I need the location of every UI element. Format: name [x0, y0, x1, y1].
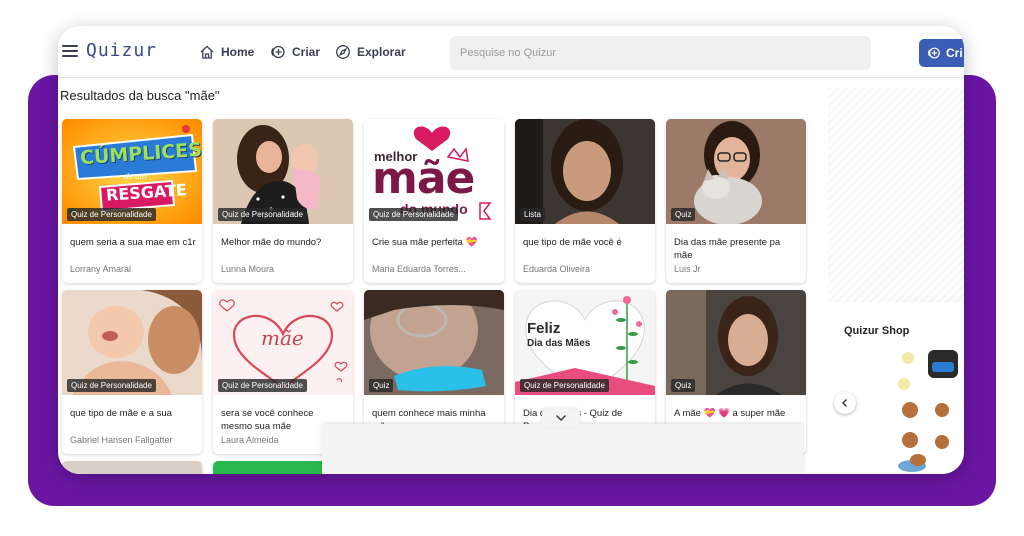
card-author: Laura Almeida [221, 435, 279, 445]
advertisement-box [828, 88, 964, 303]
dia-das-maes-text: Dia das Mães [527, 338, 591, 349]
category-badge: Quiz de Personalidade [218, 208, 307, 221]
card-thumbnail: mãe Quiz de Personalidade [213, 290, 353, 395]
card-thumbnail: Quiz [364, 290, 504, 395]
card-author: Eduarda Oliveira [523, 264, 591, 274]
card-title: A mãe 💝 💗 a super mãe [674, 408, 786, 419]
quiz-card[interactable] [62, 461, 202, 474]
create-button[interactable]: Cri [919, 39, 964, 67]
shop-prev-button[interactable] [834, 392, 856, 414]
results-title: Resultados da busca "mãe" [60, 88, 220, 103]
card-title: que tipo de mãe você é [523, 237, 622, 248]
card-thumbnail: Lista [515, 119, 655, 224]
card-title: que tipo de mãe e a sua [70, 408, 172, 419]
nav-criar[interactable]: Criar [270, 44, 320, 60]
search-input[interactable] [450, 36, 871, 70]
quiz-card[interactable]: Quiz de Personalidade Melhor mãe do mund… [213, 119, 353, 283]
nav-home-label: Home [221, 45, 255, 59]
category-badge: Quiz [369, 379, 394, 392]
nav-explorar[interactable]: Explorar [335, 44, 406, 60]
card-title: quem seria a sua mae em c1r [70, 237, 196, 248]
card-thumbnail: Quiz [666, 290, 806, 395]
mae-big-text: mãe [372, 153, 475, 204]
nav-home[interactable]: Home [199, 44, 254, 60]
plus-circle-icon [928, 47, 940, 59]
top-bar: Quizur Home Criar Explorar Cri [58, 26, 964, 78]
card-author: Gabriel Hansen Fallgatter [70, 435, 173, 445]
quiz-card[interactable]: Quiz Dia das mãe presente pa mãe Luis Jr [666, 119, 806, 283]
quiz-card[interactable]: Lista que tipo de mãe você é Eduarda Oli… [515, 119, 655, 283]
de-um-text: de um [124, 172, 147, 181]
card-thumbnail: Quiz de Personalidade [213, 119, 353, 224]
quiz-card[interactable]: Quiz de Personalidade que tipo de mãe e … [62, 290, 202, 454]
category-badge: Quiz de Personalidade [520, 379, 609, 392]
shop-product-image[interactable] [888, 348, 964, 474]
quiz-card[interactable]: melhor mãe do mundo Quiz de Personalidad… [364, 119, 504, 283]
create-button-label: Cri [946, 46, 963, 60]
card-author: Lorrany Amaral [70, 264, 132, 274]
shop-title: Quizur Shop [844, 325, 910, 337]
card-thumbnail: Feliz Dia das Mães Quiz de Personalidade [515, 290, 655, 395]
bottom-ad-panel [322, 424, 803, 474]
compass-icon [336, 45, 350, 59]
quizur-logo[interactable]: Quizur [86, 40, 157, 61]
collapse-button[interactable] [542, 409, 580, 427]
category-badge: Lista [520, 208, 545, 221]
card-author: Luis Jr [674, 264, 701, 274]
card-thumbnail: Quiz [666, 119, 806, 224]
browser-window: Quizur Home Criar Explorar Cri Resultado… [58, 26, 964, 474]
card-author: Maria Eduarda Torres... [372, 264, 466, 274]
quiz-card[interactable]: CÚMPLICES de um RESGATE Quiz de Personal… [62, 119, 202, 283]
menu-icon[interactable] [62, 45, 78, 57]
category-badge: Quiz de Personalidade [218, 379, 307, 392]
card-title: Crie sua mãe perfeita 💝 [372, 237, 478, 248]
card-title: Melhor mãe do mundo? [221, 237, 322, 248]
feliz-text: Feliz [527, 320, 561, 337]
card-thumbnail [62, 461, 202, 474]
plus-circle-icon [271, 45, 285, 59]
card-title: Dia das mãe presente pa mãe [674, 237, 781, 261]
chevron-left-icon [842, 399, 847, 407]
category-badge: Quiz de Personalidade [67, 208, 156, 221]
mae-heart-text: mãe [261, 326, 304, 350]
card-author: Lunna Moura [221, 264, 275, 274]
home-icon [200, 45, 214, 59]
category-badge: Quiz [671, 379, 696, 392]
card-thumbnail: CÚMPLICES de um RESGATE Quiz de Personal… [62, 119, 202, 224]
nav-explorar-label: Explorar [357, 45, 406, 59]
category-badge: Quiz [671, 208, 696, 221]
chevron-down-icon [556, 415, 566, 421]
card-thumbnail: Quiz de Personalidade [62, 290, 202, 395]
card-thumbnail: melhor mãe do mundo Quiz de Personalidad… [364, 119, 504, 224]
quizur-shop-panel: Quizur Shop [828, 308, 964, 474]
category-badge: Quiz de Personalidade [67, 379, 156, 392]
nav-criar-label: Criar [292, 45, 321, 59]
category-badge: Quiz de Personalidade [369, 208, 458, 221]
